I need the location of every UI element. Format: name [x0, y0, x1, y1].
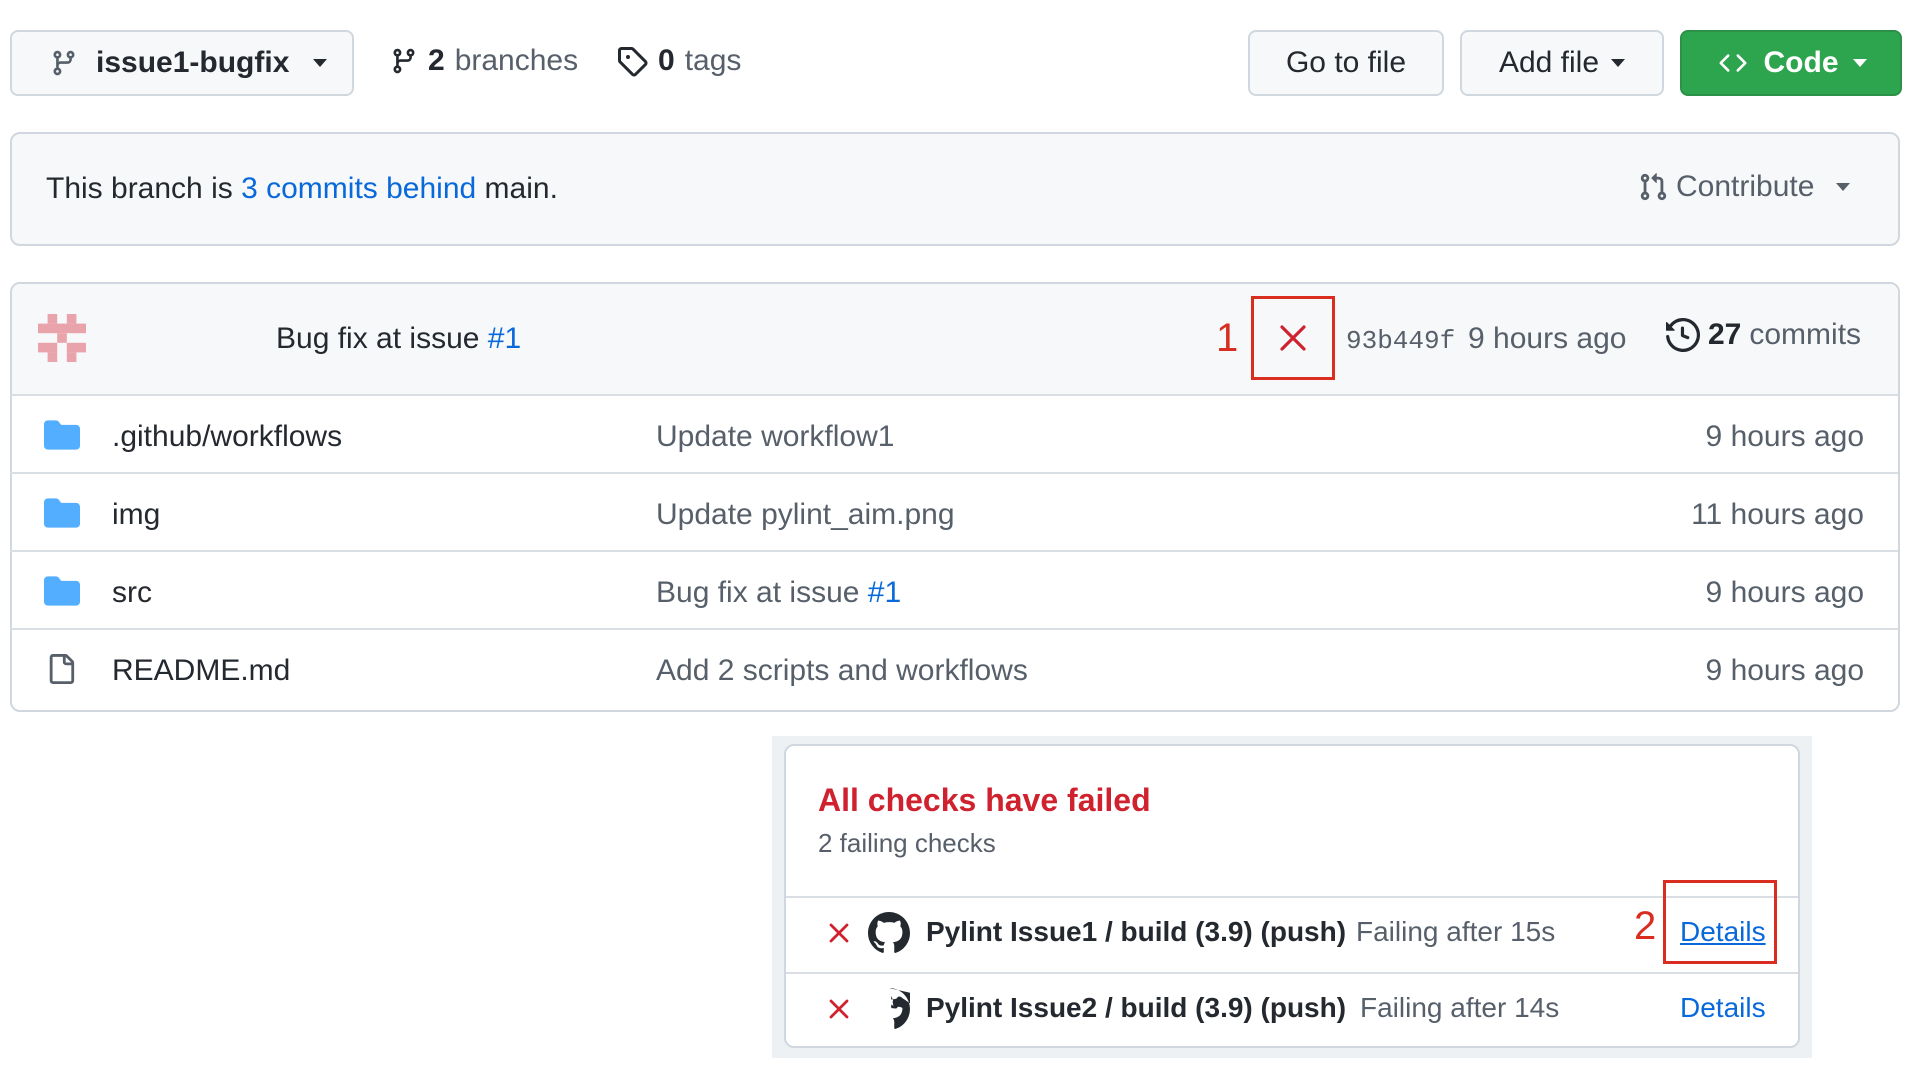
check-status: Failing after 14s — [1360, 992, 1560, 1023]
github-actions-icon — [868, 912, 910, 959]
branches-label: branches — [454, 44, 579, 77]
tag-icon — [616, 45, 648, 77]
folder-icon — [44, 576, 80, 611]
checks-subtitle: 2 failing checks — [818, 828, 996, 858]
go-to-file-button[interactable]: Go to file — [1248, 30, 1444, 96]
history-icon — [1666, 318, 1700, 352]
file-name-link[interactable]: src — [112, 576, 152, 610]
commits-behind-link[interactable]: 3 commits behind — [241, 172, 476, 205]
annotation-marker-1: 1 — [1216, 316, 1239, 360]
chevron-down-icon — [1611, 59, 1626, 67]
folder-icon — [44, 420, 80, 455]
chevron-down-icon — [1836, 183, 1851, 191]
branch-info-banner: This branch is 3 commits behind main. Co… — [10, 132, 1900, 246]
row-divider — [10, 628, 1898, 630]
commit-hash-link[interactable]: 93b449f — [1346, 326, 1455, 356]
add-file-button[interactable]: Add file — [1460, 30, 1664, 96]
commits-count: 27 — [1708, 318, 1742, 351]
check-status: Failing after 15s — [1356, 916, 1556, 947]
check-failed-icon — [828, 922, 850, 949]
file-age: 9 hours ago — [1705, 654, 1864, 687]
code-button[interactable]: Code — [1680, 30, 1902, 96]
tags-link[interactable]: 0 tags — [616, 44, 741, 78]
branch-status-suffix: main. — [484, 172, 558, 205]
commits-label: commits — [1749, 318, 1862, 351]
check-name: Pylint Issue2 / build (3.9) (push) — [926, 992, 1347, 1023]
check-details-link[interactable]: Details — [1680, 992, 1766, 1024]
code-icon — [1716, 49, 1750, 77]
check-failed-icon — [828, 998, 850, 1025]
file-age: 9 hours ago — [1705, 576, 1864, 609]
file-name-link[interactable]: README.md — [112, 654, 290, 688]
commit-message-link[interactable]: Bug fix at issue — [276, 322, 479, 355]
contribute-label: Contribute — [1676, 170, 1815, 203]
failed-status-icon[interactable] — [1278, 323, 1308, 353]
add-file-label: Add file — [1498, 46, 1600, 79]
branch-icon — [390, 44, 418, 78]
tags-count: 0 — [658, 44, 675, 77]
tags-label: tags — [684, 44, 742, 77]
pull-request-icon — [1638, 170, 1668, 204]
avatar[interactable] — [38, 314, 86, 362]
row-divider — [10, 394, 1898, 396]
file-age: 9 hours ago — [1705, 420, 1864, 453]
chevron-down-icon — [1852, 59, 1867, 67]
contribute-button[interactable]: Contribute — [1638, 170, 1851, 204]
annotation-box-2 — [1663, 880, 1777, 964]
latest-commit-message: Bug fix at issue #1 — [276, 322, 521, 356]
checks-title: All checks have failed — [818, 782, 1151, 818]
branch-status-prefix: This branch is — [46, 172, 233, 205]
branch-select-button[interactable]: issue1-bugfix — [10, 30, 354, 96]
file-icon — [46, 652, 76, 691]
row-divider — [10, 472, 1898, 474]
checks-divider — [786, 896, 1798, 898]
issue-link[interactable]: #1 — [868, 576, 901, 609]
branch-name: issue1-bugfix — [96, 46, 290, 79]
branches-link[interactable]: 2 branches — [390, 44, 578, 78]
branch-status-text: This branch is 3 commits behind main. — [46, 172, 558, 206]
commit-age: 9 hours ago — [1468, 322, 1627, 355]
file-age: 11 hours ago — [1691, 498, 1864, 531]
file-commit-message[interactable]: Update pylint_aim.png — [656, 498, 955, 532]
checks-divider — [786, 972, 1798, 974]
row-divider — [10, 550, 1898, 552]
file-commit-message-text[interactable]: Bug fix at issue — [656, 576, 859, 609]
check-name: Pylint Issue1 / build (3.9) (push) — [926, 916, 1347, 947]
commits-history-link[interactable]: 27 commits — [1666, 318, 1861, 352]
code-label: Code — [1763, 46, 1839, 79]
annotation-marker-2: 2 — [1634, 904, 1657, 948]
github-actions-icon — [868, 988, 923, 1035]
go-to-file-label: Go to file — [1285, 46, 1407, 79]
file-commit-message: Bug fix at issue #1 — [656, 576, 901, 610]
file-commit-message[interactable]: Update workflow1 — [656, 420, 894, 454]
issue-link[interactable]: #1 — [488, 322, 521, 355]
file-commit-message[interactable]: Add 2 scripts and workflows — [656, 654, 1028, 688]
file-name-link[interactable]: .github/workflows — [112, 420, 342, 454]
branches-count: 2 — [428, 44, 445, 77]
file-name-link[interactable]: img — [112, 498, 160, 532]
folder-icon — [44, 498, 80, 533]
chevron-down-icon — [313, 59, 328, 67]
branch-icon — [50, 46, 78, 80]
